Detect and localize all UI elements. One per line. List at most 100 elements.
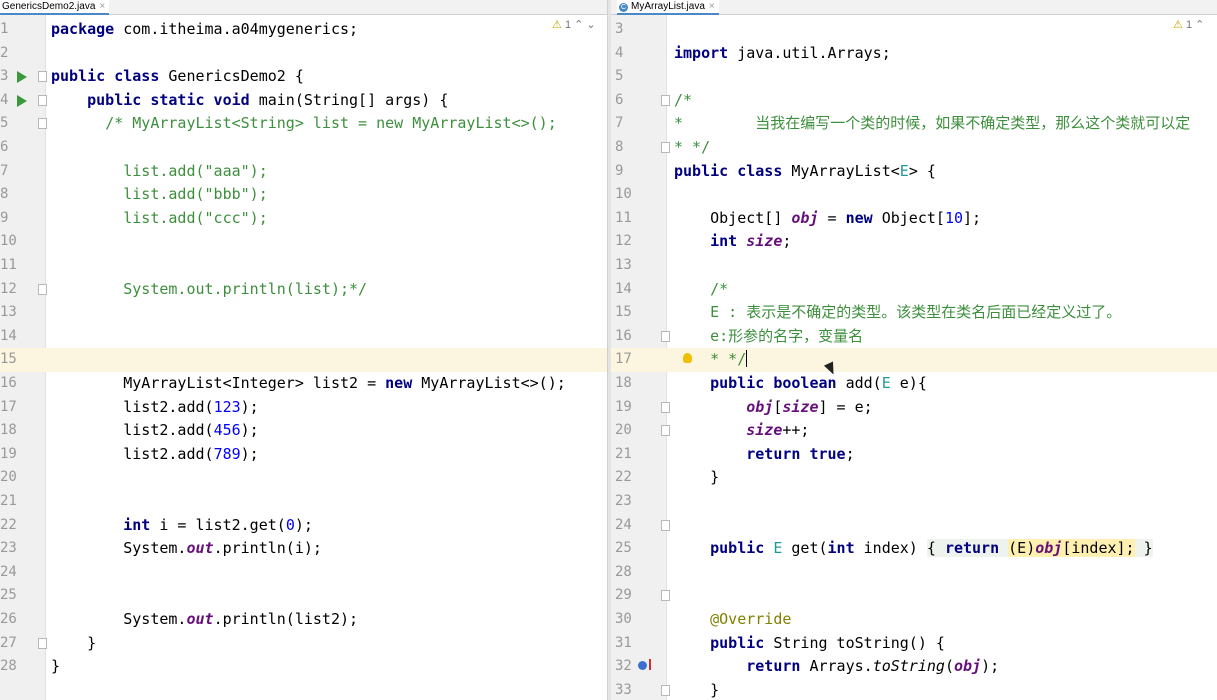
line-number[interactable]: 19 — [0, 443, 17, 467]
code-line[interactable]: 10 — [611, 183, 1217, 207]
line-number[interactable]: 17 — [615, 348, 632, 372]
code-text[interactable]: list2.add(456); — [51, 419, 258, 443]
line-number[interactable]: 12 — [0, 278, 17, 302]
code-text[interactable]: } — [51, 632, 96, 656]
code-line[interactable]: 5 — [611, 65, 1217, 89]
fold-icon[interactable] — [661, 684, 670, 696]
code-line[interactable]: 4 import java.util.Arrays; — [611, 42, 1217, 66]
line-number[interactable]: 20 — [0, 466, 17, 490]
code-line[interactable]: 4 public static void main(String[] args)… — [0, 89, 607, 113]
code-text[interactable]: } — [51, 655, 60, 679]
line-number[interactable]: 19 — [615, 396, 632, 420]
right-editor-pane[interactable]: C MyArrayList.java × ⚠ 1 ⌃ 3 4 import java.u… — [611, 0, 1217, 700]
tab-genericsdemo2[interactable]: GenericsDemo2.java × — [0, 0, 110, 15]
fold-icon[interactable] — [38, 94, 47, 106]
code-line[interactable]: 13 — [0, 301, 607, 325]
code-line[interactable]: 15 E : 表示是不确定的类型。该类型在类名后面已经定义过了。 — [611, 301, 1217, 325]
code-line[interactable]: 18 public boolean add(E e){ — [611, 372, 1217, 396]
code-line[interactable]: 20 — [0, 466, 607, 490]
code-line[interactable]: 25 — [0, 584, 607, 608]
code-text[interactable]: e:形参的名字，变量名 — [674, 325, 863, 349]
close-icon[interactable]: × — [709, 1, 715, 12]
line-number[interactable]: 24 — [615, 514, 632, 538]
code-line[interactable]: 7 * 当我在编写一个类的时候，如果不确定类型，那么这个类就可以定 — [611, 112, 1217, 136]
close-icon[interactable]: × — [99, 1, 105, 12]
code-line[interactable]: 24 — [611, 514, 1217, 538]
code-text[interactable]: System.out.println(list2); — [51, 608, 358, 632]
code-text[interactable]: int size; — [674, 230, 791, 254]
line-number[interactable]: 6 — [0, 136, 8, 160]
code-line[interactable]: 7 list.add("aaa"); — [0, 160, 607, 184]
code-line[interactable]: 26 System.out.println(list2); — [0, 608, 607, 632]
line-number[interactable]: 33 — [615, 679, 632, 700]
code-line[interactable]: 17 * */ — [611, 348, 1217, 372]
line-number[interactable]: 23 — [0, 537, 17, 561]
code-line[interactable]: 23 System.out.println(i); — [0, 537, 607, 561]
line-number[interactable]: 12 — [615, 230, 632, 254]
override-icon[interactable] — [638, 659, 651, 671]
code-text[interactable]: return Arrays.toString(obj); — [674, 655, 999, 679]
line-number[interactable]: 3 — [615, 18, 623, 42]
line-number[interactable]: 31 — [615, 632, 632, 656]
fold-icon[interactable] — [661, 590, 670, 602]
code-line[interactable]: 5 /* MyArrayList<String> list = new MyAr… — [0, 112, 607, 136]
line-number[interactable]: 18 — [0, 419, 17, 443]
code-text[interactable]: list.add("bbb"); — [51, 183, 268, 207]
code-text[interactable]: package com.itheima.a04mygenerics; — [51, 18, 358, 42]
code-text[interactable]: Object[] obj = new Object[10]; — [674, 207, 981, 231]
line-number[interactable]: 30 — [615, 608, 632, 632]
line-number[interactable]: 7 — [615, 112, 623, 136]
code-text[interactable]: public class MyArrayList<E> { — [674, 160, 936, 184]
code-line[interactable]: 28 — [611, 561, 1217, 585]
code-text[interactable]: * */ — [674, 348, 748, 372]
code-line[interactable]: 3 public class GenericsDemo2 { — [0, 65, 607, 89]
code-text[interactable]: public String toString() { — [674, 632, 945, 656]
line-number[interactable]: 1 — [0, 18, 8, 42]
line-number[interactable]: 25 — [0, 584, 17, 608]
fold-icon[interactable] — [38, 118, 47, 130]
code-line[interactable]: 9 public class MyArrayList<E> { — [611, 160, 1217, 184]
code-text[interactable]: } — [674, 679, 719, 700]
line-number[interactable]: 22 — [615, 466, 632, 490]
line-number[interactable]: 9 — [615, 160, 623, 184]
code-line[interactable]: 22 int i = list2.get(0); — [0, 514, 607, 538]
code-line[interactable]: 30 @Override — [611, 608, 1217, 632]
code-text[interactable]: public class GenericsDemo2 { — [51, 65, 304, 89]
code-line[interactable]: 33 } — [611, 679, 1217, 700]
code-line[interactable]: 8 list.add("bbb"); — [0, 183, 607, 207]
code-text[interactable]: public E get(int index) { return (E)obj[… — [674, 537, 1153, 561]
fold-icon[interactable] — [661, 142, 670, 153]
code-text[interactable]: System.out.println(list);*/ — [51, 278, 367, 302]
code-line[interactable]: 1 package com.itheima.a04mygenerics; — [0, 18, 607, 42]
code-text[interactable]: /* MyArrayList<String> list = new MyArra… — [51, 112, 557, 136]
code-line[interactable]: 20 size++; — [611, 419, 1217, 443]
line-number[interactable]: 11 — [0, 254, 17, 278]
code-line[interactable]: 24 — [0, 561, 607, 585]
line-number[interactable]: 15 — [0, 348, 17, 372]
line-number[interactable]: 8 — [615, 136, 623, 160]
code-line[interactable]: 11 Object[] obj = new Object[10]; — [611, 207, 1217, 231]
line-number[interactable]: 5 — [615, 65, 623, 89]
line-number[interactable]: 28 — [0, 655, 17, 679]
code-text[interactable]: public boolean add(E e){ — [674, 372, 927, 396]
code-line[interactable]: 28} — [0, 655, 607, 679]
code-line[interactable]: 9 list.add("ccc"); — [0, 207, 607, 231]
code-line[interactable]: 2 — [0, 42, 607, 66]
code-line[interactable]: 22 } — [611, 466, 1217, 490]
line-number[interactable]: 6 — [615, 89, 623, 113]
code-text[interactable]: MyArrayList<Integer> list2 = new MyArray… — [51, 372, 566, 396]
code-line[interactable]: 6 /* — [611, 89, 1217, 113]
code-text[interactable]: } — [674, 466, 719, 490]
line-number[interactable]: 10 — [0, 230, 17, 254]
code-line[interactable]: 17 list2.add(123); — [0, 396, 607, 420]
code-text[interactable]: import java.util.Arrays; — [674, 42, 891, 66]
fold-icon[interactable] — [661, 330, 670, 342]
code-text[interactable]: obj[size] = e; — [674, 396, 872, 420]
line-number[interactable]: 32 — [615, 655, 632, 679]
code-text[interactable]: /* — [674, 89, 692, 113]
line-number[interactable]: 16 — [0, 372, 17, 396]
code-line[interactable]: 32 return Arrays.toString(obj); — [611, 655, 1217, 679]
code-text[interactable]: /* — [674, 278, 728, 302]
code-line[interactable]: 6 — [0, 136, 607, 160]
line-number[interactable]: 13 — [615, 254, 632, 278]
